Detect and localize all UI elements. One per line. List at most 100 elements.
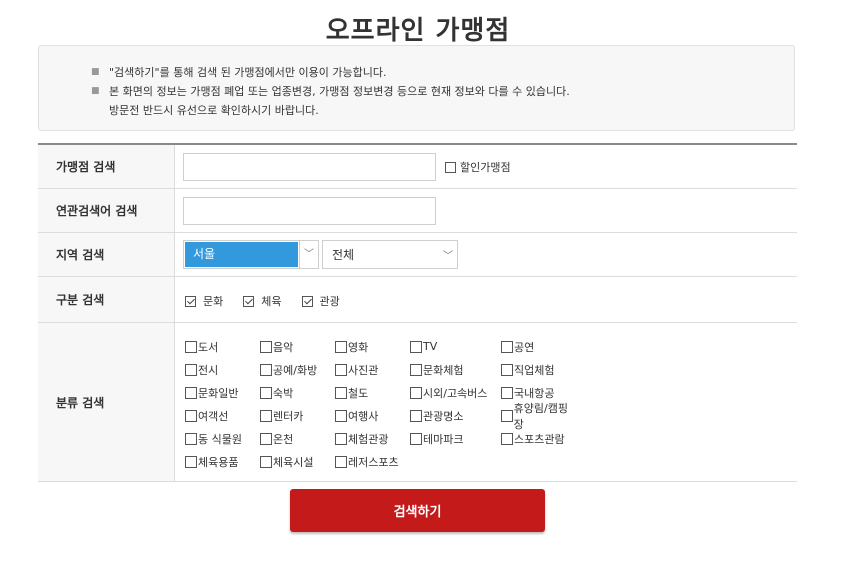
category-checkbox[interactable]: 문화체험 (410, 362, 501, 378)
category-checkbox[interactable]: TV (410, 340, 501, 353)
checkbox-icon[interactable] (501, 409, 513, 422)
checkbox-icon[interactable] (410, 432, 422, 445)
city-select[interactable]: 서울 ﹀ (183, 240, 319, 269)
category-checkbox-label: 도서 (198, 340, 219, 354)
checkbox-icon[interactable] (185, 432, 197, 445)
category-checkbox[interactable]: 온천 (260, 431, 335, 447)
category-checkbox[interactable]: 음악 (260, 339, 335, 355)
district-select[interactable]: 전체 ﹀ (322, 240, 458, 269)
category-checkbox[interactable]: 체험관광 (335, 431, 410, 447)
checkbox-icon[interactable] (445, 161, 456, 173)
checkbox-icon[interactable] (185, 340, 197, 353)
category-checkbox-label: TV (423, 340, 438, 353)
keyword-search-row: 연관검색어 검색 (38, 189, 797, 233)
checkbox-icon[interactable] (185, 455, 197, 468)
checkbox-icon[interactable] (501, 432, 513, 445)
category-checkbox[interactable]: 체육시설 (260, 454, 335, 470)
category-row: 체육용품 체육시설 레저스포츠 (185, 450, 576, 473)
checkbox-icon[interactable] (501, 363, 513, 376)
category-checkbox-label: 관광명소 (423, 409, 464, 423)
store-search-input[interactable] (183, 153, 436, 181)
type-checkbox-culture[interactable]: 문화 (185, 293, 223, 309)
checkbox-icon[interactable] (185, 386, 197, 399)
checkbox-icon[interactable] (410, 340, 422, 353)
checkbox-icon[interactable] (260, 432, 272, 445)
category-checkbox[interactable]: 시외/고속버스 (410, 385, 501, 401)
checkbox-icon[interactable] (260, 340, 272, 353)
checkbox-checked-icon[interactable] (185, 295, 196, 307)
chevron-down-icon[interactable]: ﹀ (299, 241, 318, 268)
checkbox-icon[interactable] (501, 386, 513, 399)
notice-item: 방문전 반드시 유선으로 확인하시기 바랍니다. (109, 104, 319, 117)
checkbox-icon[interactable] (410, 386, 422, 399)
checkbox-icon[interactable] (260, 409, 272, 422)
category-checkbox[interactable]: 여행사 (335, 408, 410, 424)
district-select-value: 전체 (332, 248, 355, 262)
checkbox-icon[interactable] (260, 386, 272, 399)
checkbox-icon[interactable] (260, 455, 272, 468)
category-checkbox[interactable]: 도서 (185, 339, 260, 355)
category-row: 전시 공예/화방 사진관 문화체험 직업체험 (185, 358, 576, 381)
category-checkbox-label: 공연 (514, 340, 535, 354)
category-checkbox[interactable]: 휴양림/캠핑장 (501, 400, 576, 432)
search-submit-button[interactable]: 검색하기 (290, 489, 545, 532)
category-checkbox-label: 전시 (198, 363, 219, 377)
type-search-row: 구분 검색 문화 체육 관광 (38, 277, 797, 323)
checkbox-icon[interactable] (335, 455, 347, 468)
checkbox-icon[interactable] (260, 363, 272, 376)
checkbox-icon[interactable] (410, 409, 422, 422)
notice-box: ■ "검색하기"를 통해 검색 된 가맹점에서만 이용이 가능합니다. ■ 본 화면… (38, 45, 795, 131)
category-checkbox-label: 레저스포츠 (348, 455, 399, 469)
category-checkbox[interactable]: 스포츠관람 (501, 431, 576, 447)
category-checkbox[interactable]: 레저스포츠 (335, 454, 410, 470)
category-checkbox[interactable]: 체육용품 (185, 454, 260, 470)
category-checkbox[interactable]: 직업체험 (501, 362, 576, 378)
category-checkbox[interactable]: 공예/화방 (260, 362, 335, 378)
type-checkbox-group: 문화 체육 관광 (185, 293, 340, 309)
checkbox-checked-icon[interactable] (301, 295, 313, 307)
category-checkbox[interactable]: 영화 (335, 339, 410, 355)
checkbox-icon[interactable] (501, 340, 513, 353)
category-checkbox-label: 문화일반 (198, 386, 239, 400)
type-checkbox-sports[interactable]: 체육 (243, 293, 282, 309)
category-checkbox-label: 체육시설 (273, 455, 314, 469)
category-checkbox[interactable]: 철도 (335, 385, 410, 401)
category-checkbox[interactable]: 렌터카 (260, 408, 335, 424)
checkbox-icon[interactable] (335, 363, 347, 376)
category-checkbox[interactable]: 관광명소 (410, 408, 501, 424)
checkbox-icon[interactable] (335, 432, 347, 445)
category-checkbox-label: 체육용품 (198, 455, 239, 469)
checkbox-checked-icon[interactable] (243, 295, 255, 307)
checkbox-icon[interactable] (335, 386, 347, 399)
discount-store-checkbox[interactable]: 할인가맹점 (445, 159, 511, 175)
keyword-search-input[interactable] (183, 197, 436, 225)
category-search-row: 분류 검색 도서 음악 영화 TV 공연 전시 공예/화방 사진관 문화체험 직업체험 문화일반 숙박… (38, 323, 797, 482)
checkbox-icon[interactable] (335, 340, 347, 353)
checkbox-icon[interactable] (410, 363, 422, 376)
category-checkbox[interactable]: 숙박 (260, 385, 335, 401)
category-checkbox-label: 체험관광 (348, 432, 389, 446)
category-checkbox[interactable]: 문화일반 (185, 385, 260, 401)
chevron-down-icon[interactable]: ﹀ (439, 247, 457, 262)
category-checkbox-label: 공예/화방 (273, 363, 318, 377)
category-checkbox[interactable]: 동 식물원 (185, 431, 260, 447)
category-checkbox-label: 시외/고속버스 (423, 386, 488, 400)
category-checkbox-label: 국내항공 (514, 386, 555, 400)
notice-item: ■ 본 화면의 정보는 가맹점 폐업 또는 업종변경, 가맹점 정보변경 등으로 … (91, 82, 570, 101)
category-checkbox[interactable]: 여객선 (185, 408, 260, 424)
region-search-row: 지역 검색 서울 ﹀ 전체 ﹀ (38, 233, 797, 277)
checkbox-icon[interactable] (185, 363, 197, 376)
category-checkbox[interactable]: 전시 (185, 362, 260, 378)
checkbox-icon[interactable] (335, 409, 347, 422)
type-checkbox-tourism[interactable]: 관광 (301, 293, 340, 309)
category-row: 동 식물원 온천 체험관광 테마파크 스포츠관람 (185, 427, 576, 450)
category-checkbox[interactable]: 공연 (501, 339, 576, 355)
category-checkbox[interactable]: 사진관 (335, 362, 410, 378)
category-checkbox[interactable]: 국내항공 (501, 385, 576, 401)
category-checkbox-label: 숙박 (273, 386, 294, 400)
category-checkbox-grid: 도서 음악 영화 TV 공연전시 공예/화방 사진관 문화체험 직업체험문화일반 숙박 철도 시외/고… (185, 335, 576, 473)
notice-list: ■ "검색하기"를 통해 검색 된 가맹점에서만 이용이 가능합니다. ■ 본 화면… (91, 63, 570, 120)
checkbox-icon[interactable] (185, 409, 197, 422)
category-checkbox[interactable]: 테마파크 (410, 431, 501, 447)
city-select-value: 서울 (185, 242, 298, 267)
